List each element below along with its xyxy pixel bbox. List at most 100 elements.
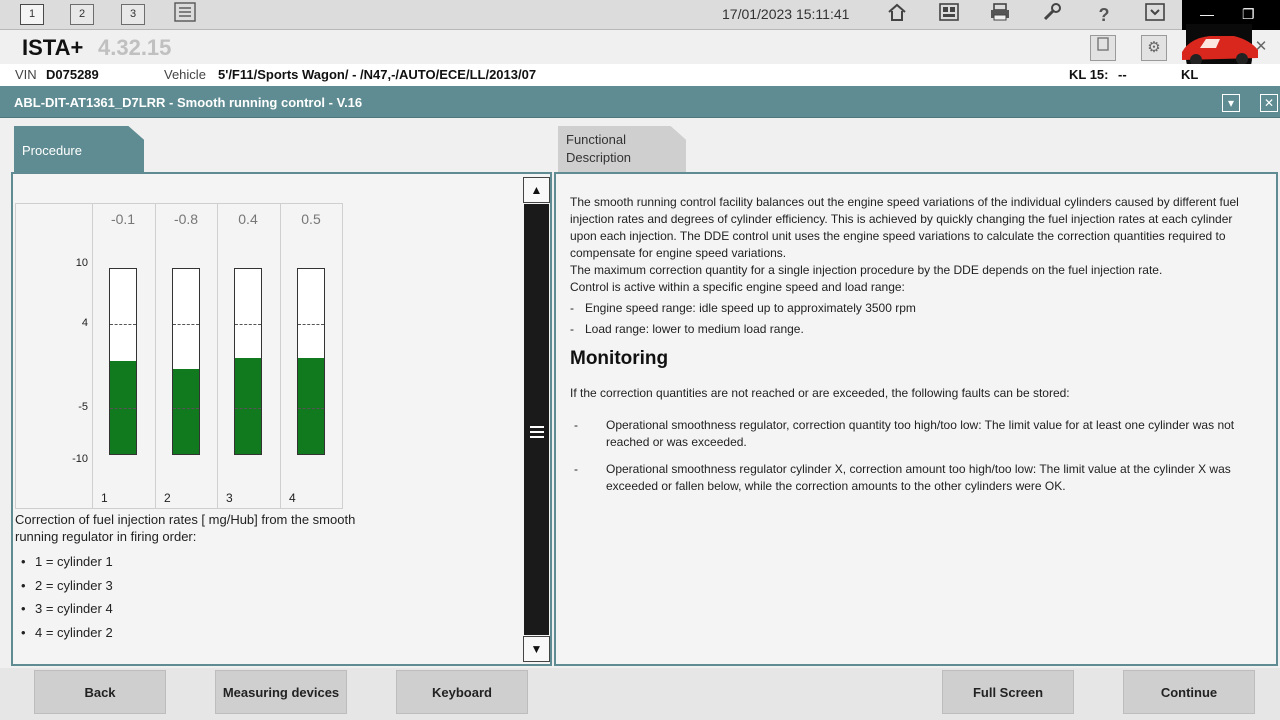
legend-item: 3 = cylinder 4 bbox=[21, 601, 113, 625]
ytick-label: 4 bbox=[81, 317, 88, 329]
wrench-icon[interactable] bbox=[1039, 2, 1065, 28]
monitoring-heading: Monitoring bbox=[570, 348, 669, 369]
fault-description-1: Operational smoothness regulator, correc… bbox=[606, 418, 1235, 449]
print-icon[interactable] bbox=[987, 2, 1013, 28]
description-paragraph: The smooth running control facility bala… bbox=[570, 195, 1239, 260]
close-panel-icon[interactable]: ✕ bbox=[1260, 94, 1278, 112]
description-bullet: Load range: lower to medium load range. bbox=[570, 321, 1260, 338]
measuring-devices-button[interactable]: Measuring devices bbox=[215, 670, 347, 714]
kl15-value: -- bbox=[1118, 67, 1127, 82]
bar-category-label: 1 bbox=[101, 491, 108, 505]
procedure-header: ABL-DIT-AT1361_D7LRR - Smooth running co… bbox=[0, 86, 1280, 118]
chart-column-1: -0.1 1 bbox=[92, 204, 155, 508]
chart-column-3: 0.4 3 bbox=[217, 204, 280, 508]
legend-item: 4 = cylinder 2 bbox=[21, 625, 113, 649]
bar-dashed-line bbox=[110, 408, 136, 409]
kl15-label: KL 15: bbox=[1069, 67, 1109, 82]
bar-fill bbox=[235, 358, 261, 454]
tab-functional-description[interactable]: Functional Description bbox=[558, 126, 686, 172]
cylinder-legend: 1 = cylinder 1 2 = cylinder 3 3 = cylind… bbox=[21, 554, 113, 648]
top-toolbar: 1 2 3 17/01/2023 15:11:41 ? — ❐ bbox=[0, 0, 1280, 30]
bar-dashed-line bbox=[235, 408, 261, 409]
download-icon[interactable] bbox=[1142, 2, 1168, 28]
functional-description-panel: The smooth running control facility bala… bbox=[554, 172, 1278, 666]
bar-dashed-line bbox=[298, 324, 324, 325]
bar-category-label: 3 bbox=[226, 491, 233, 505]
list-icon[interactable] bbox=[172, 2, 198, 28]
bar-value-label: 0.5 bbox=[301, 211, 321, 227]
bar-value-label: -0.1 bbox=[110, 211, 136, 227]
description-paragraph: The maximum correction quantity for a si… bbox=[570, 263, 1163, 277]
bar-dashed-line bbox=[173, 408, 199, 409]
kl30-label: KL bbox=[1181, 67, 1199, 82]
description-bullet: Engine speed range: idle speed up to app… bbox=[570, 300, 1260, 317]
scroll-up-icon[interactable]: ▲ bbox=[523, 177, 550, 203]
tab-functional-line2: Description bbox=[566, 150, 632, 165]
bar-fill bbox=[173, 369, 199, 454]
bar-dashed-line bbox=[110, 324, 136, 325]
bar-frame bbox=[109, 268, 137, 455]
chart-caption: Correction of fuel injection rates [ mg/… bbox=[15, 512, 356, 544]
chart-column-2: -0.8 2 bbox=[155, 204, 217, 508]
description-text: The smooth running control facility bala… bbox=[570, 194, 1260, 338]
vehicle-label: Vehicle bbox=[164, 67, 206, 82]
minimize-panel-icon[interactable]: ▾ bbox=[1222, 94, 1240, 112]
fault-dash-marker: - bbox=[574, 418, 578, 432]
vehicle-info-row: VIN D075289 Vehicle 5'/F11/Sports Wagon/… bbox=[0, 64, 1280, 86]
bottom-button-bar: Back Measuring devices Keyboard Full Scr… bbox=[0, 668, 1280, 720]
help-icon[interactable]: ? bbox=[1091, 2, 1117, 28]
back-button[interactable]: Back bbox=[34, 670, 166, 714]
procedure-panel: 10 4 -5 -10 -0.1 1 -0.8 2 0.4 3 0.5 4 Co… bbox=[11, 172, 552, 666]
app-name: ISTA+ bbox=[22, 35, 84, 60]
keyboard-button[interactable]: Keyboard bbox=[396, 670, 528, 714]
vehicle-value: 5'/F11/Sports Wagon/ - /N47,-/AUTO/ECE/L… bbox=[218, 67, 537, 82]
bar-frame bbox=[234, 268, 262, 455]
monitoring-intro: If the correction quantities are not rea… bbox=[570, 386, 1070, 400]
app-version: 4.32.15 bbox=[98, 35, 172, 60]
scroll-down-icon[interactable]: ▼ bbox=[523, 636, 550, 662]
bar-dashed-line bbox=[235, 324, 261, 325]
bar-category-label: 4 bbox=[289, 491, 296, 505]
bar-dashed-line bbox=[298, 408, 324, 409]
window-tab-2[interactable]: 2 bbox=[70, 4, 94, 25]
vin-label: VIN bbox=[15, 67, 37, 82]
home-icon[interactable] bbox=[884, 2, 910, 28]
window-tab-3[interactable]: 3 bbox=[121, 4, 145, 25]
document-icon[interactable] bbox=[1090, 35, 1116, 61]
scrollbar-thumb[interactable] bbox=[524, 204, 549, 635]
ytick-label: 10 bbox=[75, 257, 88, 269]
procedure-title: ABL-DIT-AT1361_D7LRR - Smooth running co… bbox=[14, 95, 363, 110]
bar-category-label: 2 bbox=[164, 491, 171, 505]
full-screen-button[interactable]: Full Screen bbox=[942, 670, 1074, 714]
window-tab-1[interactable]: 1 bbox=[20, 4, 44, 25]
app-title-row: ISTA+ 4.32.15 ⚙ ✕ bbox=[0, 30, 1280, 64]
ytick-label: -5 bbox=[78, 401, 88, 413]
minimize-icon[interactable]: — bbox=[1200, 6, 1214, 22]
bar-frame bbox=[172, 268, 200, 455]
datetime-display: 17/01/2023 15:11:41 bbox=[722, 6, 850, 22]
bar-value-label: 0.4 bbox=[238, 211, 258, 227]
ytick-label: -10 bbox=[72, 453, 88, 465]
fault-description-2: Operational smoothness regulator cylinde… bbox=[606, 462, 1231, 493]
legend-item: 1 = cylinder 1 bbox=[21, 554, 113, 578]
chart-column-4: 0.5 4 bbox=[280, 204, 343, 508]
tab-functional-line1: Functional bbox=[566, 132, 626, 147]
tab-procedure[interactable]: Procedure bbox=[14, 126, 144, 172]
restore-icon[interactable]: ❐ bbox=[1242, 6, 1255, 23]
scroll-grip-icon bbox=[530, 426, 544, 438]
bar-frame bbox=[297, 268, 325, 455]
settings-gear-icon[interactable]: ⚙ bbox=[1141, 35, 1167, 61]
continue-button[interactable]: Continue bbox=[1123, 670, 1255, 714]
injection-correction-chart: 10 4 -5 -10 -0.1 1 -0.8 2 0.4 3 0.5 4 bbox=[15, 203, 343, 509]
vehicle-info-icon[interactable] bbox=[936, 2, 962, 28]
bar-value-label: -0.8 bbox=[173, 211, 199, 227]
fault-dash-marker: - bbox=[574, 462, 578, 476]
bar-fill bbox=[298, 358, 324, 454]
ista-app-window: 1 2 3 17/01/2023 15:11:41 ? — ❐ ISTA+ 4.… bbox=[0, 0, 1280, 720]
content-area: Procedure Functional Description 10 4 -5… bbox=[0, 118, 1280, 668]
legend-item: 2 = cylinder 3 bbox=[21, 578, 113, 602]
description-paragraph: Control is active within a specific engi… bbox=[570, 280, 905, 294]
vin-value: D075289 bbox=[46, 67, 99, 82]
bar-dashed-line bbox=[173, 324, 199, 325]
vertical-scrollbar[interactable]: ▲ ▼ bbox=[523, 177, 550, 662]
